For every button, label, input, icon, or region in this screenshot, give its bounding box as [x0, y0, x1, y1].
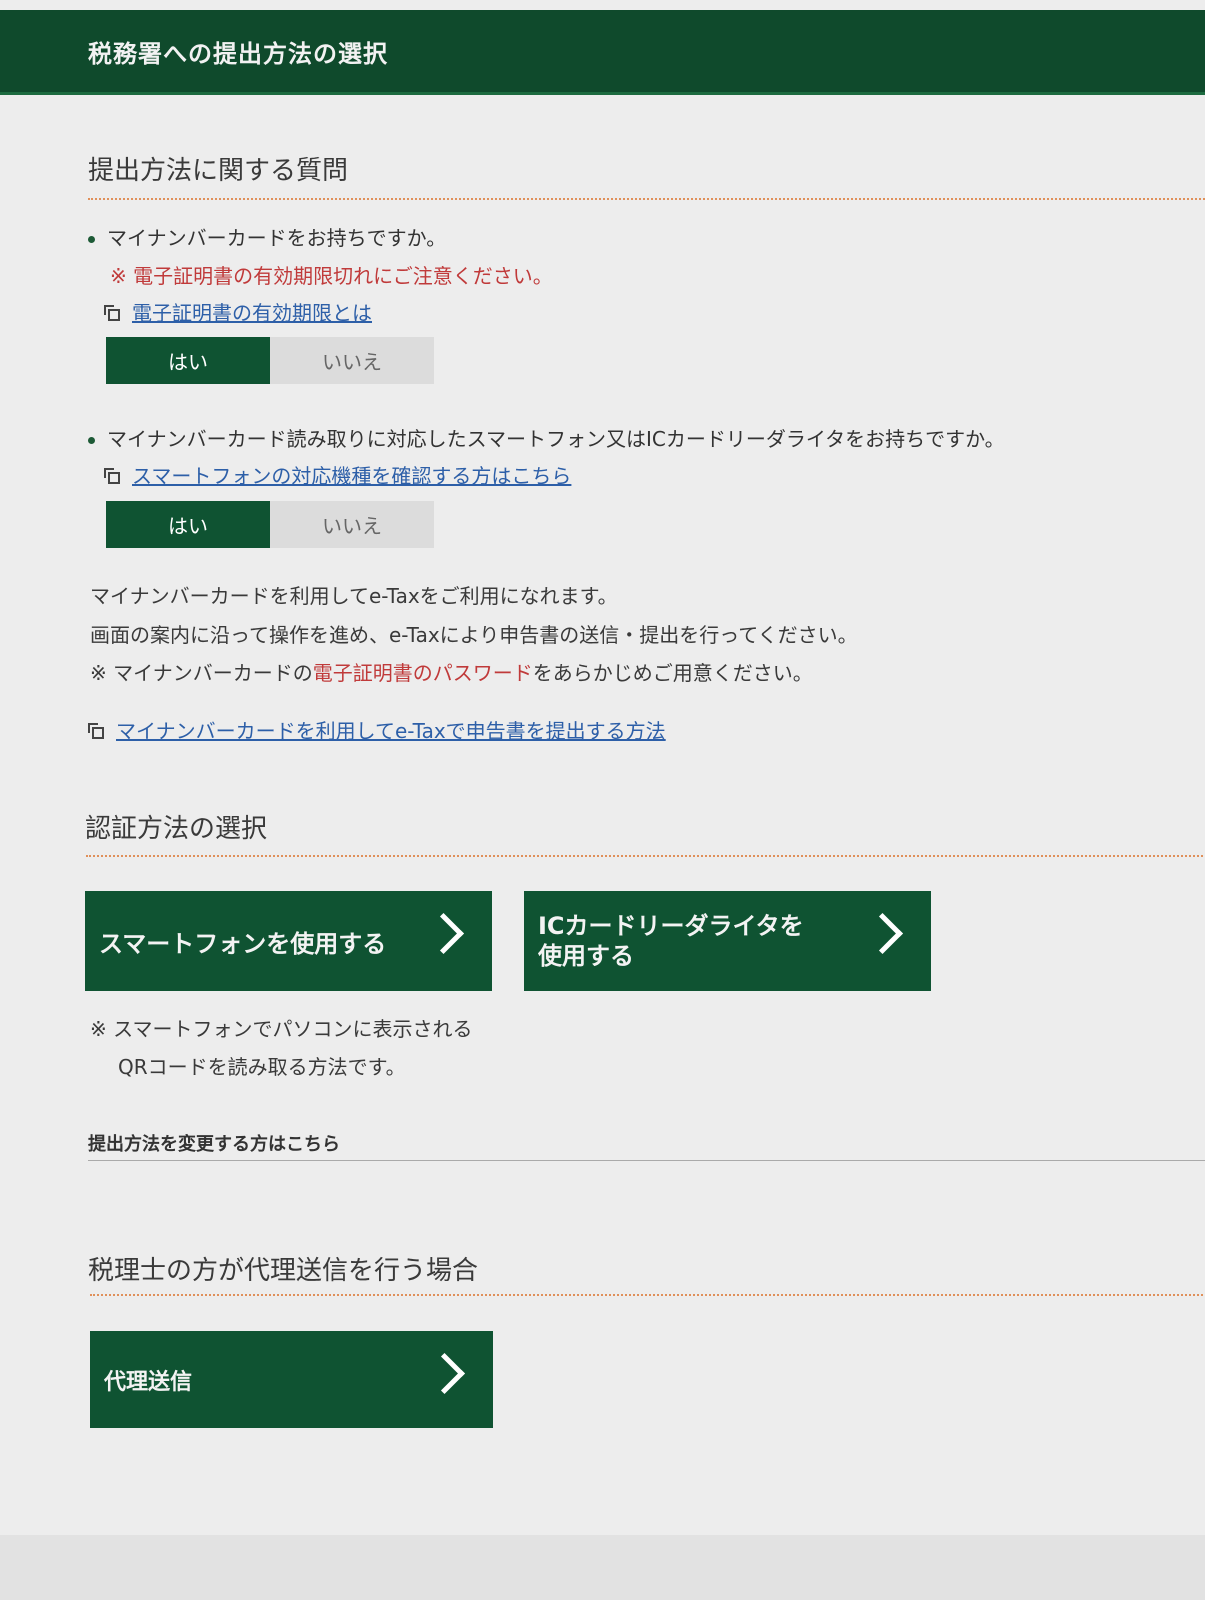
footer-area	[0, 1535, 1205, 1600]
device-link-row: スマートフォンの対応機種を確認する方はこちら	[104, 460, 571, 489]
chevron-right-icon	[861, 912, 904, 955]
external-window-icon	[104, 467, 120, 484]
button-label: 代理送信	[104, 1369, 193, 1395]
expiry-link-row: 電子証明書の有効期限とは	[104, 297, 372, 326]
supported-devices-link[interactable]: スマートフォンの対応機種を確認する方はこちら	[132, 464, 571, 488]
use-smartphone-button[interactable]: スマートフォンを使用する	[85, 891, 492, 991]
use-ic-reader-button[interactable]: ICカードリーダライタを 使用する	[524, 891, 931, 991]
external-window-icon	[88, 722, 104, 739]
chevron-right-icon	[423, 1352, 466, 1395]
bullet-icon	[88, 236, 95, 243]
button-label-line-1: ICカードリーダライタを	[538, 912, 804, 940]
section-divider	[88, 198, 1205, 200]
button-label: ICカードリーダライタを 使用する	[538, 911, 804, 971]
info-line-3-prefix: ※ マイナンバーカードの	[90, 661, 313, 685]
expiry-warning: ※ 電子証明書の有効期限切れにご注意ください。	[110, 264, 553, 288]
button-label-line-2: 使用する	[538, 942, 634, 970]
no-button[interactable]: いいえ	[270, 337, 434, 384]
section-title-auth: 認証方法の選択	[85, 814, 268, 844]
expiry-info-link[interactable]: 電子証明書の有効期限とは	[132, 301, 372, 325]
smartphone-note: ※ スマートフォンでパソコンに表示される QRコードを読み取る方法です。	[90, 1010, 473, 1086]
info-line-3-suffix: をあらかじめご用意ください。	[532, 661, 813, 685]
chevron-right-icon	[422, 912, 465, 955]
section-title-proxy: 税理士の方が代理送信を行う場合	[88, 1256, 479, 1286]
reader-device-toggle: はい いいえ	[106, 501, 434, 548]
button-label: スマートフォンを使用する	[99, 929, 387, 958]
divider-line	[88, 1160, 1205, 1161]
section-title-questions: 提出方法に関する質問	[88, 156, 349, 186]
page-header: 税務署への提出方法の選択	[0, 10, 1205, 95]
info-line-2: 画面の案内に沿って操作を進め、e-Taxにより申告書の送信・提出を行ってください…	[90, 623, 858, 647]
page-title: 税務署への提出方法の選択	[88, 40, 388, 68]
question-mynumber-card: マイナンバーカードをお持ちですか。	[88, 222, 446, 251]
proxy-send-button[interactable]: 代理送信	[90, 1331, 493, 1428]
no-button[interactable]: いいえ	[270, 501, 434, 548]
section-divider	[86, 855, 1203, 857]
change-method-link[interactable]: 提出方法を変更する方はこちら	[88, 1130, 340, 1156]
question-text: マイナンバーカードをお持ちですか。	[107, 226, 447, 250]
question-text: マイナンバーカード読み取りに対応したスマートフォン又はICカードリーダライタをお…	[107, 427, 1005, 451]
info-line-1: マイナンバーカードを利用してe-Taxをご利用になれます。	[90, 584, 618, 608]
etax-method-link[interactable]: マイナンバーカードを利用してe-Taxで申告書を提出する方法	[116, 719, 666, 743]
note-line-1: ※ スマートフォンでパソコンに表示される	[90, 1017, 473, 1041]
section-divider	[90, 1294, 1205, 1296]
yes-button[interactable]: はい	[106, 337, 270, 384]
mynumber-card-toggle: はい いいえ	[106, 337, 434, 384]
question-reader-device: マイナンバーカード読み取りに対応したスマートフォン又はICカードリーダライタをお…	[88, 423, 1005, 452]
info-line-3: ※ マイナンバーカードの電子証明書のパスワードをあらかじめご用意ください。	[90, 657, 813, 686]
bullet-icon	[88, 437, 95, 444]
etax-method-link-row: マイナンバーカードを利用してe-Taxで申告書を提出する方法	[88, 715, 666, 744]
yes-button[interactable]: はい	[106, 501, 270, 548]
external-window-icon	[104, 304, 120, 321]
note-line-2: QRコードを読み取る方法です。	[118, 1055, 406, 1079]
password-emphasis: 電子証明書のパスワード	[312, 661, 533, 685]
